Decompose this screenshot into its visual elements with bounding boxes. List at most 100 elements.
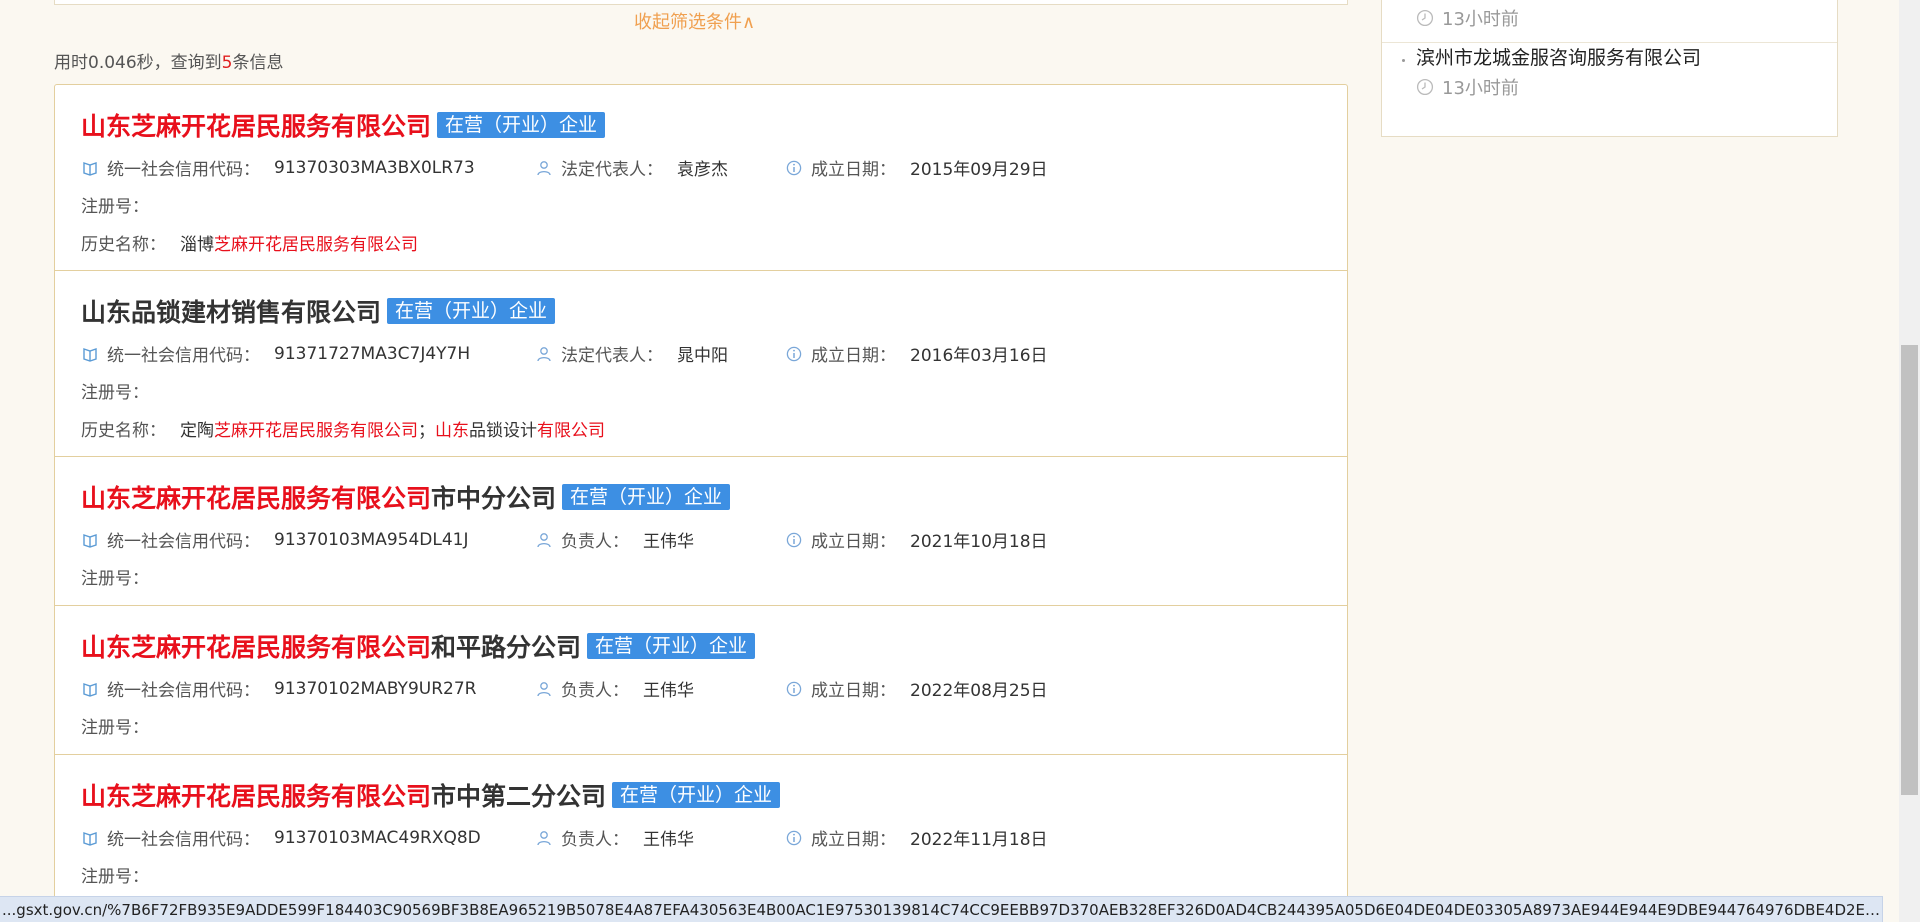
book-icon: [81, 680, 99, 698]
info-icon: [785, 159, 803, 177]
status-badge: 在营（开业）企业: [562, 484, 731, 510]
credit-code-field: 统一社会信用代码： 91370102MABY9UR27R: [81, 676, 476, 701]
company-name-rest: 和平路分公司: [431, 633, 582, 662]
credit-code-field: 统一社会信用代码： 91370103MA954DL41J: [81, 527, 468, 552]
reg-no-label: 注册号：: [81, 867, 149, 887]
person-field: 负责人： 王伟华: [535, 527, 694, 552]
history-highlight: 芝麻开花居民服务有限公司: [214, 421, 418, 441]
recent-item[interactable]: 滨州市龙城金服咨询服务有限公司 13小时前: [1402, 43, 1701, 100]
established-value: 2021年10月18日: [910, 532, 1048, 552]
clock-icon: [1416, 9, 1434, 27]
book-icon: [81, 829, 99, 847]
person-field: 负责人： 王伟华: [535, 676, 694, 701]
page: 收起筛选条件∧ 用时0.046秒，查询到5条信息 山东芝麻开花居民服务有限公司 …: [0, 0, 1920, 922]
credit-code-value: 91370103MA954DL41J: [274, 529, 469, 550]
result-card: 山东芝麻开花居民服务有限公司市中分公司 在营（开业）企业 统一社会信用代码： 9…: [55, 457, 1347, 606]
book-icon: [81, 159, 99, 177]
established-value: 2022年11月18日: [910, 830, 1048, 850]
card-title-row: 山东芝麻开花居民服务有限公司和平路分公司 在营（开业）企业: [81, 628, 756, 664]
credit-code-value: 91370303MA3BX0LR73: [274, 157, 475, 178]
collapse-filter-link[interactable]: 收起筛选条件∧: [634, 8, 755, 34]
result-card: 山东品锁建材销售有限公司 在营（开业）企业 统一社会信用代码： 91371727…: [55, 271, 1347, 457]
established-field: 成立日期： 2016年03月16日: [785, 341, 1048, 366]
history-row: 历史名称： 定陶芝麻开花居民服务有限公司；山东品锁设计有限公司: [81, 416, 605, 441]
reg-no-label: 注册号：: [81, 718, 149, 738]
info-icon: [785, 531, 803, 549]
established-value: 2016年03月16日: [910, 346, 1048, 366]
company-name-link[interactable]: 山东芝麻开花居民服务有限公司和平路分公司: [81, 628, 581, 664]
company-name-link[interactable]: 山东芝麻开花居民服务有限公司: [81, 107, 431, 143]
credit-code-value: 91370103MAC49RXQ8D: [274, 827, 481, 848]
history-label: 历史名称：: [81, 421, 166, 441]
recent-item-title[interactable]: 滨州市龙城金服咨询服务有限公司: [1416, 43, 1701, 70]
info-icon: [785, 345, 803, 363]
person-value: 袁彦杰: [677, 160, 728, 180]
scrollbar-thumb[interactable]: [1901, 345, 1918, 795]
card-title-row: 山东芝麻开花居民服务有限公司市中分公司 在营（开业）企业: [81, 479, 731, 515]
history-separator: ；: [418, 421, 435, 441]
query-summary-suffix: 条信息: [232, 53, 284, 73]
reg-no-label: 注册号：: [81, 383, 149, 403]
established-label: 成立日期：: [811, 681, 896, 701]
company-name-link[interactable]: 山东芝麻开花居民服务有限公司市中分公司: [81, 479, 556, 515]
company-name-rest: 市中分公司: [431, 484, 557, 513]
company-name-link[interactable]: 山东品锁建材销售有限公司: [81, 293, 381, 329]
person-value: 王伟华: [643, 830, 694, 850]
filter-panel: [54, 0, 1348, 5]
credit-code-label: 统一社会信用代码：: [107, 160, 260, 180]
person-icon: [535, 159, 553, 177]
history-highlight: 有限公司: [537, 421, 605, 441]
history-text: 定陶: [180, 421, 214, 441]
established-label: 成立日期：: [811, 346, 896, 366]
credit-code-label: 统一社会信用代码：: [107, 532, 260, 552]
credit-code-value: 91370102MABY9UR27R: [274, 678, 477, 699]
reg-no-row: 注册号：: [81, 192, 149, 217]
company-name-rest: 山东品锁建材销售有限公司: [81, 298, 382, 327]
established-field: 成立日期： 2022年11月18日: [785, 825, 1048, 850]
company-name-link[interactable]: 山东芝麻开花居民服务有限公司市中第二分公司: [81, 777, 606, 813]
person-label: 负责人：: [561, 830, 629, 850]
person-field: 法定代表人： 袁彦杰: [535, 155, 728, 180]
card-title-row: 山东芝麻开花居民服务有限公司市中第二分公司 在营（开业）企业: [81, 777, 781, 813]
person-value: 王伟华: [643, 532, 694, 552]
history-text: 品锁设计: [469, 421, 537, 441]
history-value: 淄博芝麻开花居民服务有限公司: [180, 230, 418, 255]
result-card: 山东芝麻开花居民服务有限公司 在营（开业）企业 统一社会信用代码： 913703…: [55, 85, 1347, 271]
reg-no-row: 注册号：: [81, 378, 149, 403]
credit-code-value: 91371727MA3C7J4Y7H: [274, 343, 471, 364]
established-field: 成立日期： 2022年08月25日: [785, 676, 1048, 701]
company-name-highlight: 山东芝麻开花居民服务有限公司: [81, 112, 432, 141]
history-highlight: 山东: [435, 421, 469, 441]
history-highlight: 芝麻开花居民服务有限公司: [214, 235, 418, 255]
result-card: 山东芝麻开花居民服务有限公司和平路分公司 在营（开业）企业 统一社会信用代码： …: [55, 606, 1347, 755]
history-value: 定陶芝麻开花居民服务有限公司；山东品锁设计有限公司: [180, 416, 605, 441]
established-field: 成立日期： 2021年10月18日: [785, 527, 1048, 552]
person-label: 法定代表人：: [561, 346, 663, 366]
status-badge: 在营（开业）企业: [387, 298, 556, 324]
company-name-highlight: 山东芝麻开花居民服务有限公司: [81, 484, 432, 513]
credit-code-label: 统一社会信用代码：: [107, 346, 260, 366]
person-field: 负责人： 王伟华: [535, 825, 694, 850]
company-name-highlight: 山东芝麻开花居民服务有限公司: [81, 782, 432, 811]
recent-item[interactable]: 13小时前: [1416, 1, 1519, 31]
credit-code-field: 统一社会信用代码： 91370303MA3BX0LR73: [81, 155, 475, 180]
credit-code-field: 统一社会信用代码： 91370103MAC49RXQ8D: [81, 825, 481, 850]
reg-no-label: 注册号：: [81, 197, 149, 217]
recent-item-time-text: 13小时前: [1442, 78, 1519, 99]
reg-no-row: 注册号：: [81, 713, 149, 738]
person-icon: [535, 531, 553, 549]
established-value: 2022年08月25日: [910, 681, 1048, 701]
bullet-icon: [1402, 59, 1405, 62]
query-result-count: 5: [221, 53, 233, 73]
recent-item-time: 13小时前: [1416, 74, 1701, 100]
book-icon: [81, 531, 99, 549]
company-name-rest: 市中第二分公司: [431, 782, 607, 811]
status-badge: 在营（开业）企业: [437, 112, 606, 138]
reg-no-row: 注册号：: [81, 564, 149, 589]
credit-code-field: 统一社会信用代码： 91371727MA3C7J4Y7H: [81, 341, 470, 366]
status-badge: 在营（开业）企业: [587, 633, 756, 659]
history-text: 淄博: [180, 235, 214, 255]
established-field: 成立日期： 2015年09月29日: [785, 155, 1048, 180]
page-scrollbar[interactable]: [1899, 0, 1920, 922]
person-label: 负责人：: [561, 681, 629, 701]
